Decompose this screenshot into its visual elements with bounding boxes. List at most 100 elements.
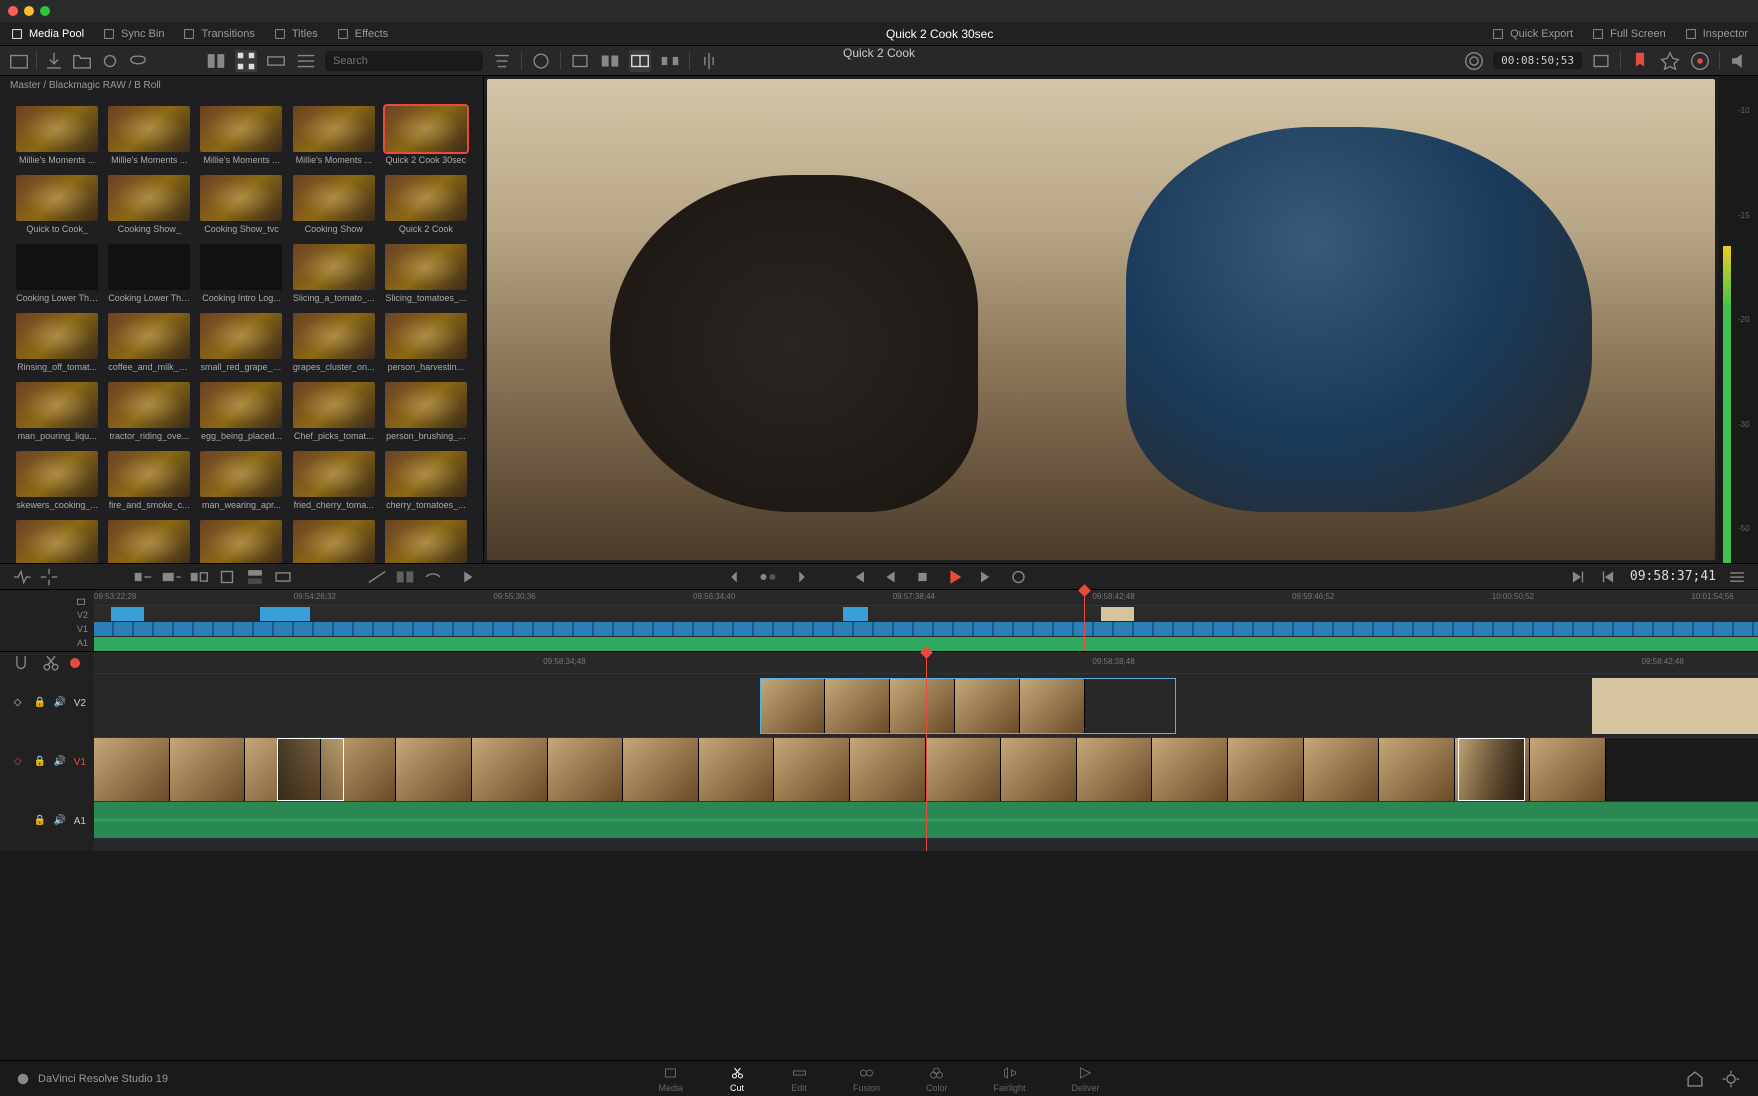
- place-on-top-icon[interactable]: [244, 566, 266, 588]
- timeline-lock-icon[interactable]: [74, 593, 88, 607]
- source-overwrite-icon[interactable]: [272, 566, 294, 588]
- topbar-transitions[interactable]: Transitions: [182, 27, 254, 41]
- timeline-resolution-icon[interactable]: [1590, 50, 1612, 72]
- sort-icon[interactable]: [491, 50, 513, 72]
- lock-track-icon[interactable]: 🔒: [34, 697, 48, 711]
- media-clip[interactable]: Rows_of_grape_tr...: [14, 520, 100, 563]
- prev-edit-icon[interactable]: [1598, 566, 1620, 588]
- page-tab-deliver[interactable]: Deliver: [1064, 1063, 1108, 1095]
- media-clip[interactable]: red_wine_being_p...: [198, 520, 284, 563]
- transition-handle[interactable]: [277, 738, 344, 801]
- media-clip[interactable]: Slicing_a_tomato_...: [291, 244, 377, 303]
- import-media-icon[interactable]: [43, 50, 65, 72]
- mute-track-icon[interactable]: 🔊: [54, 697, 68, 711]
- mute-track-icon[interactable]: 🔊: [54, 815, 68, 829]
- topbar-full-screen[interactable]: Full Screen: [1591, 27, 1666, 41]
- page-tab-fairlight[interactable]: Fairlight: [986, 1063, 1034, 1095]
- snapping-icon[interactable]: [10, 652, 32, 674]
- media-clip[interactable]: Slicing_tomatoes_...: [383, 244, 469, 303]
- search-input[interactable]: [325, 51, 483, 71]
- title-clip[interactable]: [1592, 678, 1758, 734]
- transition-icon[interactable]: [394, 566, 416, 588]
- page-tab-fusion[interactable]: Fusion: [845, 1063, 888, 1095]
- tools-icon[interactable]: [1659, 50, 1681, 72]
- mute-icon[interactable]: [1728, 50, 1750, 72]
- append-icon[interactable]: [160, 566, 182, 588]
- lower-playhead[interactable]: [926, 652, 927, 851]
- media-clip[interactable]: Millie's Moments ...: [291, 106, 377, 165]
- topbar-inspector[interactable]: Inspector: [1684, 27, 1748, 41]
- topbar-quick-export[interactable]: Quick Export: [1491, 27, 1573, 41]
- speed-editor-icon[interactable]: [38, 566, 60, 588]
- media-clip[interactable]: small_red_grape_c...: [198, 313, 284, 372]
- page-tab-media[interactable]: Media: [650, 1063, 691, 1095]
- media-clip[interactable]: coffee_and_milk_b...: [106, 313, 192, 372]
- media-clip[interactable]: Cooking Lower Thi...: [106, 244, 192, 303]
- upper-timeline-ruler[interactable]: 09:53:22;2809:54:26;3209:55:30;3609:56:3…: [94, 590, 1758, 606]
- page-tab-cut[interactable]: Cut: [721, 1063, 753, 1095]
- media-clip[interactable]: man_pouring_liqu...: [14, 382, 100, 441]
- topbar-effects[interactable]: Effects: [336, 27, 388, 41]
- page-tab-color[interactable]: Color: [918, 1063, 956, 1095]
- metadata-view-icon[interactable]: [205, 50, 227, 72]
- media-clip[interactable]: Cooking Lower Thi...: [14, 244, 100, 303]
- disable-track-icon[interactable]: ◇: [14, 697, 28, 711]
- ripple-overwrite-icon[interactable]: [188, 566, 210, 588]
- dual-viewer-icon[interactable]: [629, 50, 651, 72]
- breadcrumb[interactable]: Master / Blackmagic RAW / B Roll: [0, 76, 483, 98]
- loop-icon[interactable]: [1008, 566, 1030, 588]
- track-label-v1[interactable]: V1: [77, 624, 88, 634]
- jump-prev-icon[interactable]: [729, 566, 751, 588]
- go-end-icon[interactable]: [976, 566, 998, 588]
- list-view-icon[interactable]: [295, 50, 317, 72]
- media-clip[interactable]: person_harvestin...: [383, 313, 469, 372]
- marker-icon[interactable]: [1629, 50, 1651, 72]
- media-clip[interactable]: egg_being_placed...: [198, 382, 284, 441]
- transition-handle[interactable]: [1458, 738, 1525, 801]
- media-clip[interactable]: fire_and_smoke_c...: [106, 451, 192, 510]
- import-folder-icon[interactable]: [71, 50, 93, 72]
- color-wheel-icon[interactable]: [1689, 50, 1711, 72]
- media-clip[interactable]: Millie's Moments ...: [198, 106, 284, 165]
- media-clip[interactable]: Chef_picks_tomat...: [291, 382, 377, 441]
- safe-area-icon[interactable]: [1463, 50, 1485, 72]
- window-minimize-button[interactable]: [24, 6, 34, 16]
- resolve-fx-icon[interactable]: [530, 50, 552, 72]
- master-timecode[interactable]: 00:08:50;53: [1493, 52, 1582, 69]
- media-clip[interactable]: grapes_cluster_on...: [291, 313, 377, 372]
- close-up-icon[interactable]: [216, 566, 238, 588]
- strip-view-icon[interactable]: [265, 50, 287, 72]
- track-label-v2[interactable]: V2: [77, 610, 88, 620]
- media-clip[interactable]: fried_cherry_toma...: [291, 451, 377, 510]
- topbar-titles[interactable]: Titles: [273, 27, 318, 41]
- track-header-v2[interactable]: ◇ 🔒 🔊 V2: [0, 674, 94, 733]
- media-clip[interactable]: man_wearing_apr...: [198, 451, 284, 510]
- media-clip[interactable]: Cooking Show_: [106, 175, 192, 234]
- disable-track-icon[interactable]: ◇: [14, 756, 28, 770]
- stop-icon[interactable]: [912, 566, 934, 588]
- viewer-clip-name[interactable]: Quick 2 Cook: [843, 46, 915, 60]
- source-tape-icon[interactable]: [127, 50, 149, 72]
- media-clip[interactable]: wine_being_poure...: [291, 520, 377, 563]
- track-label-a1[interactable]: A1: [77, 638, 88, 648]
- mute-track-icon[interactable]: 🔊: [54, 756, 68, 770]
- dynamic-trim-icon[interactable]: [456, 566, 478, 588]
- upper-track-v2[interactable]: [94, 607, 1758, 621]
- media-clip[interactable]: Drops_of_wine_sp...: [106, 520, 192, 563]
- project-settings-icon[interactable]: [1720, 1068, 1742, 1090]
- timeline-options-icon[interactable]: [1726, 566, 1748, 588]
- sync-clips-icon[interactable]: [99, 50, 121, 72]
- viewer[interactable]: [487, 79, 1715, 560]
- topbar-sync-bin[interactable]: Sync Bin: [102, 27, 164, 41]
- media-clip[interactable]: Quick to Cook_: [14, 175, 100, 234]
- jump-next-icon[interactable]: [786, 566, 808, 588]
- media-clip[interactable]: Cooking Intro Log...: [198, 244, 284, 303]
- media-clip[interactable]: Cooking Show_tvc: [198, 175, 284, 234]
- boring-detector-icon[interactable]: [10, 566, 32, 588]
- window-maximize-button[interactable]: [40, 6, 50, 16]
- media-clip[interactable]: Cooking Show: [291, 175, 377, 234]
- media-clip[interactable]: Quick 2 Cook: [383, 175, 469, 234]
- media-clip[interactable]: Quick 2 Cook 30sec: [383, 106, 469, 165]
- project-manager-icon[interactable]: [1684, 1068, 1706, 1090]
- source-tape-mode-icon[interactable]: [599, 50, 621, 72]
